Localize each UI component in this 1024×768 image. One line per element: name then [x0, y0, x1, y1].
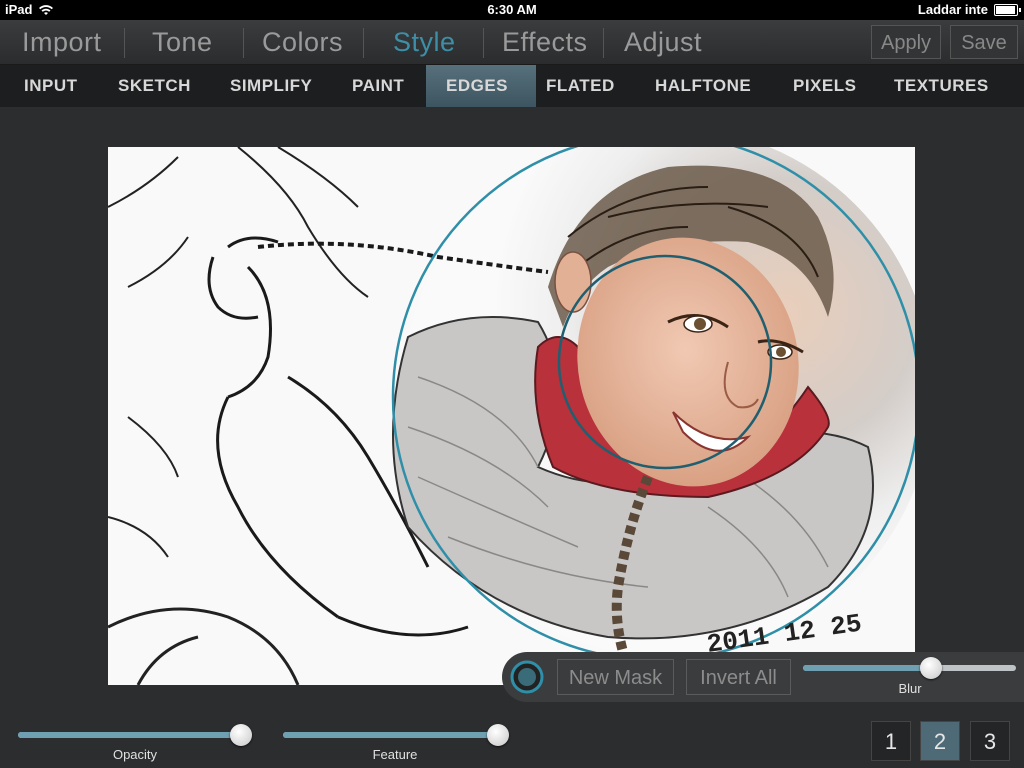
tab-divider [363, 28, 364, 58]
opacity-slider-fill [18, 732, 241, 738]
preset-button-2[interactable]: 2 [920, 721, 960, 761]
subtab-halftone[interactable]: HALFTONE [655, 65, 751, 107]
tab-effects[interactable]: Effects [502, 20, 588, 64]
subtab-flated[interactable]: FLATED [546, 65, 615, 107]
blur-slider-knob[interactable] [919, 657, 942, 679]
subtab-edges[interactable]: EDGES [446, 65, 508, 107]
invert-all-button[interactable]: Invert All [686, 659, 791, 695]
subtab-sketch[interactable]: SKETCH [118, 65, 191, 107]
battery-icon [994, 3, 1021, 16]
subtab-textures[interactable]: TEXTURES [894, 65, 989, 107]
tab-colors[interactable]: Colors [262, 20, 343, 64]
edges-sketch-image: 2011 12 25 [108, 147, 915, 685]
feature-label: Feature [372, 747, 418, 762]
charging-status: Laddar inte [917, 2, 988, 17]
tab-tone[interactable]: Tone [152, 20, 213, 64]
opacity-slider-knob[interactable] [229, 724, 252, 746]
new-mask-button[interactable]: New Mask [557, 659, 674, 695]
preset-button-3[interactable]: 3 [970, 721, 1010, 761]
mask-panel: New Mask Invert All [502, 652, 1024, 702]
status-bar: iPad 6:30 AM Laddar inte [0, 0, 1024, 20]
opacity-label: Opacity [112, 747, 158, 762]
feature-slider-fill [283, 732, 499, 738]
feature-slider-knob[interactable] [487, 724, 510, 746]
subtab-input[interactable]: INPUT [24, 65, 78, 107]
subtab-pixels[interactable]: PIXELS [793, 65, 856, 107]
blur-slider-fill [803, 665, 931, 671]
photo-canvas[interactable]: 2011 12 25 [108, 147, 915, 685]
main-tab-bar: Import Tone Colors Style Effects Adjust … [0, 20, 1024, 65]
tab-divider [243, 28, 244, 58]
tab-style[interactable]: Style [393, 20, 456, 64]
tab-import[interactable]: Import [22, 20, 102, 64]
blur-label: Blur [898, 681, 922, 696]
tab-divider [603, 28, 604, 58]
tab-divider [124, 28, 125, 58]
style-sub-tab-bar: INPUT SKETCH SIMPLIFY PAINT EDGES FLATED… [0, 65, 1024, 107]
tab-adjust[interactable]: Adjust [624, 20, 702, 64]
mask-toggle-icon[interactable] [510, 660, 544, 694]
preset-button-1[interactable]: 1 [871, 721, 911, 761]
subtab-paint[interactable]: PAINT [352, 65, 404, 107]
apply-button[interactable]: Apply [871, 25, 941, 59]
subtab-simplify[interactable]: SIMPLIFY [230, 65, 312, 107]
tab-divider [483, 28, 484, 58]
clock: 6:30 AM [487, 2, 537, 17]
save-button[interactable]: Save [950, 25, 1018, 59]
